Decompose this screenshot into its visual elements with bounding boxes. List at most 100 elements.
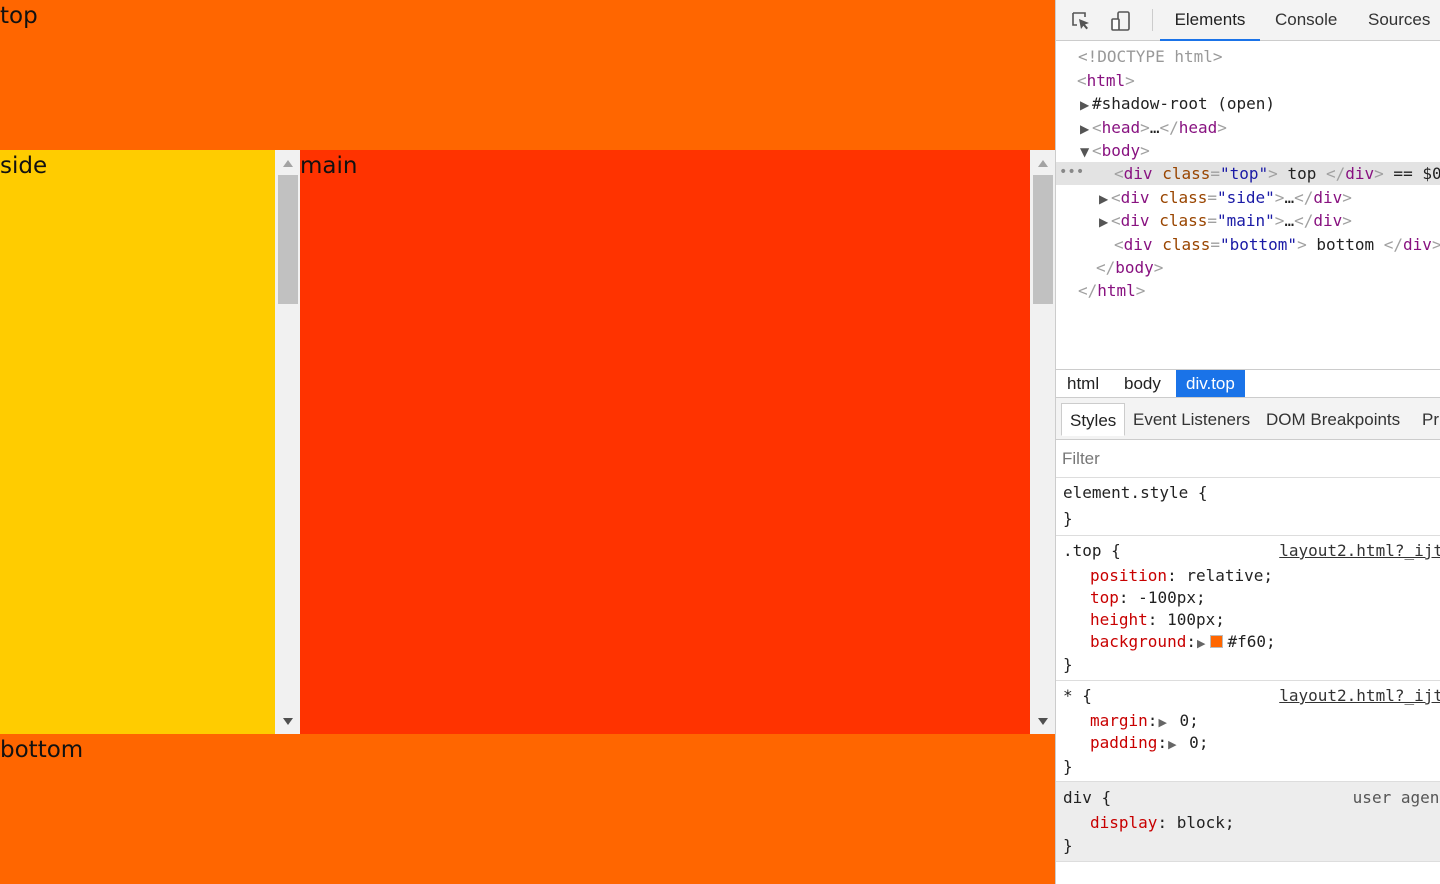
prop-value: relative; (1176, 566, 1274, 585)
side-scrollbar[interactable] (275, 150, 300, 734)
inspect-element-icon[interactable] (1070, 10, 1092, 32)
page-viewport: top side main bottom (0, 0, 1055, 884)
prop-name: position (1090, 566, 1168, 585)
element-style-rule: element.style { } (1056, 478, 1440, 536)
breadcrumb-html[interactable]: html (1057, 370, 1109, 397)
declaration-padding[interactable]: padding:▶ 0; (1090, 732, 1208, 754)
scroll-down-arrow-icon[interactable] (283, 718, 293, 725)
close-brace: } (1063, 836, 1073, 855)
dom-node-div-main[interactable]: ▶ <div class="main">…</div> (1099, 209, 1352, 232)
tab-sources[interactable]: Sources (1368, 0, 1430, 40)
class-attr: class (1159, 188, 1208, 207)
node-ellipsis: … (1284, 211, 1295, 230)
scroll-thumb[interactable] (278, 175, 298, 304)
color-swatch-icon[interactable] (1210, 635, 1224, 648)
scroll-up-arrow-icon[interactable] (1038, 160, 1048, 167)
shadow-root-text: #shadow-root (open) (1092, 94, 1276, 113)
prop-name: height (1090, 610, 1148, 629)
dom-node-body-close[interactable]: </body> (1096, 256, 1163, 279)
tab-properties[interactable]: Pr (1422, 403, 1439, 436)
close-brace: } (1063, 655, 1073, 674)
declaration-top[interactable]: top: -100px; (1090, 587, 1206, 609)
expand-triangle-icon[interactable]: ▶ (1197, 637, 1205, 650)
div-close-tag: div (1313, 188, 1343, 207)
dom-doctype[interactable]: <!DOCTYPE html> (1078, 45, 1223, 68)
more-actions-icon[interactable]: ••• (1059, 162, 1084, 185)
tab-dom-breakpoints[interactable]: DOM Breakpoints (1266, 403, 1400, 436)
declaration-background[interactable]: background:▶ #f60; (1090, 631, 1276, 653)
tab-elements[interactable]: Elements (1160, 0, 1260, 41)
class-value: "side" (1217, 188, 1275, 207)
expand-triangle-icon[interactable]: ▶ (1099, 211, 1111, 234)
device-toggle-icon[interactable] (1110, 10, 1132, 32)
doctype-text: <!DOCTYPE html> (1078, 47, 1223, 66)
expand-triangle-icon[interactable]: ▶ (1158, 716, 1166, 729)
dom-node-head[interactable]: ▶ <head>…</head> (1080, 116, 1227, 139)
tab-event-listeners[interactable]: Event Listeners (1133, 403, 1250, 436)
dom-node-html[interactable]: <html> (1077, 69, 1135, 92)
main-label: main (300, 153, 358, 179)
top-block: top (0, 0, 1055, 150)
side-label: side (0, 153, 48, 179)
declaration-height[interactable]: height: 100px; (1090, 609, 1225, 631)
class-attr: class (1162, 235, 1211, 254)
prop-value: block; (1167, 813, 1235, 832)
head-close-tag: head (1178, 118, 1218, 137)
element-style-selector[interactable]: element.style { (1063, 482, 1208, 504)
rule-source-link[interactable]: layout2.html?_ijt (1279, 685, 1440, 707)
head-tag: head (1101, 118, 1141, 137)
dom-node-html-close[interactable]: </html> (1078, 279, 1145, 302)
tab-styles[interactable]: Styles (1061, 403, 1126, 436)
expand-triangle-icon[interactable]: ▶ (1168, 738, 1176, 751)
selected-marker: == $0 (1383, 164, 1440, 183)
rule-selector[interactable]: div { (1063, 787, 1111, 809)
expand-triangle-icon[interactable]: ▶ (1080, 94, 1092, 117)
div-tag: div (1120, 188, 1150, 207)
declaration-margin[interactable]: margin:▶ 0; (1090, 710, 1199, 732)
prop-value: 0; (1169, 711, 1199, 730)
breadcrumb-div-top[interactable]: div.top (1176, 370, 1245, 397)
prop-name: margin (1090, 711, 1148, 730)
styles-filter-input[interactable] (1062, 446, 1432, 472)
dom-node-div-top[interactable]: <div class="top"> top </div> == $0 (1114, 162, 1440, 185)
html-tag: html (1086, 71, 1126, 90)
tab-console[interactable]: Console (1275, 0, 1337, 40)
close-brace: } (1063, 509, 1073, 528)
scroll-up-arrow-icon[interactable] (283, 160, 293, 167)
top-label: top (0, 3, 38, 29)
class-attr: class (1162, 164, 1211, 183)
expand-triangle-icon[interactable]: ▶ (1080, 118, 1092, 141)
dom-node-div-side[interactable]: ▶ <div class="side">…</div> (1099, 186, 1352, 209)
scroll-thumb[interactable] (1033, 175, 1053, 304)
dom-node-body[interactable]: ▼ <body> (1080, 139, 1150, 162)
dom-node-shadow-root[interactable]: ▶ #shadow-root (open) (1080, 92, 1275, 115)
styles-pane: element.style { } .top { layout2.html?_i… (1056, 478, 1440, 884)
declaration-display[interactable]: display: block; (1090, 812, 1235, 834)
body-close-tag: body (1115, 258, 1154, 277)
div-close-tag: div (1403, 235, 1432, 254)
prop-value: #f60; (1227, 632, 1276, 651)
dom-node-div-bottom[interactable]: <div class="bottom"> bottom </div> (1114, 233, 1440, 256)
main-scrollbar[interactable] (1030, 150, 1055, 734)
head-ellipsis: … (1149, 118, 1160, 137)
class-attr: class (1159, 211, 1208, 230)
breadcrumb: html body div.top (1056, 369, 1440, 398)
rule-selector[interactable]: * { (1063, 685, 1092, 707)
body-tag: body (1101, 141, 1141, 160)
main-block: main (300, 150, 1030, 734)
rule-selector[interactable]: .top { (1063, 540, 1121, 562)
breadcrumb-body[interactable]: body (1114, 370, 1171, 397)
sidebar-tabs: Styles Event Listeners DOM Breakpoints P… (1056, 398, 1440, 440)
toolbar-separator (1152, 9, 1153, 31)
rule-source-link[interactable]: layout2.html?_ijt (1279, 540, 1440, 562)
node-text: top (1277, 164, 1326, 183)
collapse-triangle-icon[interactable]: ▼ (1080, 141, 1092, 164)
prop-name: top (1090, 588, 1119, 607)
div-tag: div (1123, 235, 1153, 254)
scroll-down-arrow-icon[interactable] (1038, 718, 1048, 725)
expand-triangle-icon[interactable]: ▶ (1099, 188, 1111, 211)
declaration-position[interactable]: position: relative; (1090, 565, 1273, 587)
prop-name: background (1090, 632, 1187, 651)
prop-value: -100px; (1128, 588, 1206, 607)
universal-rule: * { layout2.html?_ijt margin:▶ 0; paddin… (1056, 681, 1440, 782)
